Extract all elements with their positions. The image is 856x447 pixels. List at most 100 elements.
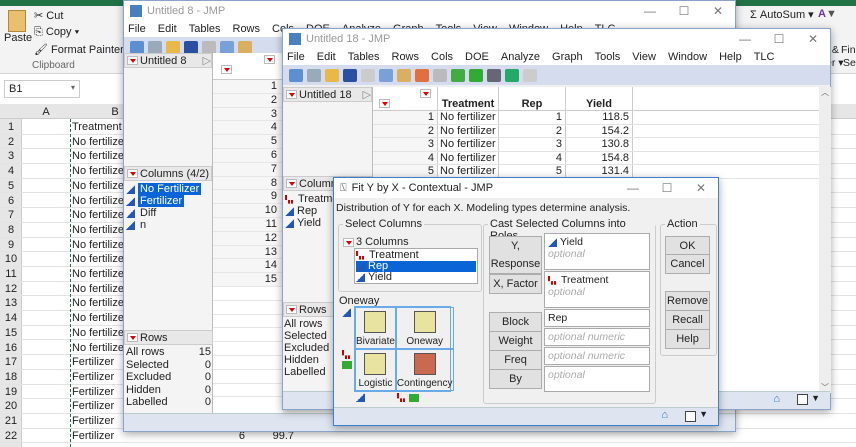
menu-tools[interactable]: Tools bbox=[595, 51, 621, 63]
column-list-item[interactable]: Yield bbox=[356, 272, 476, 283]
menu-view[interactable]: View bbox=[632, 51, 656, 63]
red-triangle-icon[interactable] bbox=[286, 305, 297, 314]
home-icon[interactable]: ⌂ bbox=[661, 409, 668, 421]
new-script-icon[interactable] bbox=[148, 40, 162, 54]
row-number[interactable]: 12 bbox=[0, 283, 22, 295]
menu-tlc[interactable]: TLC bbox=[754, 51, 775, 63]
column-header-rep[interactable]: Rep bbox=[499, 87, 566, 110]
platform-contingency[interactable]: Contingency bbox=[395, 349, 454, 391]
row-number[interactable]: 11 bbox=[213, 217, 283, 232]
row-number[interactable]: 14 bbox=[213, 259, 283, 274]
role-button-by[interactable]: By bbox=[489, 369, 542, 389]
cell-b[interactable]: No fertilize bbox=[72, 253, 124, 265]
close-button[interactable]: ✕ bbox=[701, 4, 735, 18]
row-number[interactable]: 5 bbox=[213, 135, 283, 149]
menu-tables[interactable]: Tables bbox=[189, 23, 221, 35]
paste-icon[interactable] bbox=[238, 40, 252, 54]
columns-panel-header[interactable]: Columns (4/2) bbox=[124, 166, 212, 181]
cell-b[interactable]: No fertilize bbox=[72, 342, 124, 354]
row-number[interactable]: 1 bbox=[0, 121, 22, 133]
cell-b[interactable]: No fertilize bbox=[72, 297, 124, 309]
row-number[interactable]: 12 bbox=[213, 231, 283, 246]
close-button[interactable]: ✕ bbox=[796, 32, 830, 46]
minimize-button[interactable]: — bbox=[616, 181, 650, 195]
paste-icon[interactable] bbox=[397, 68, 411, 82]
red-triangle-icon[interactable] bbox=[127, 169, 138, 178]
menu-edit[interactable]: Edit bbox=[317, 51, 336, 63]
row-number[interactable]: 1 bbox=[213, 80, 283, 94]
role-button-y-response[interactable]: Y, Response bbox=[489, 236, 542, 274]
dropdown-icon[interactable]: ▼ bbox=[811, 393, 820, 403]
open-icon[interactable] bbox=[166, 40, 180, 54]
row-number[interactable]: 20 bbox=[0, 400, 22, 412]
dropdown-icon[interactable]: ▼ bbox=[699, 409, 708, 419]
role-field[interactable]: optional numeric bbox=[544, 347, 650, 365]
row-number[interactable]: 6 bbox=[0, 195, 22, 207]
column-header-yield[interactable]: Yield bbox=[566, 87, 633, 110]
open-icon[interactable] bbox=[325, 68, 339, 82]
rows-panel-header[interactable]: Rows bbox=[124, 330, 213, 345]
table-row[interactable]: 3 No fertilizer 3 130.8 bbox=[373, 138, 819, 152]
grid-icon[interactable] bbox=[451, 68, 465, 82]
menu-file[interactable]: File bbox=[128, 23, 146, 35]
red-triangle-icon[interactable] bbox=[127, 56, 138, 65]
red-triangle-icon[interactable] bbox=[286, 90, 297, 99]
row-number[interactable]: 9 bbox=[213, 190, 283, 205]
columns-count[interactable]: 3 Columns bbox=[343, 236, 409, 248]
column-item[interactable]: Diff bbox=[126, 207, 210, 219]
red-triangle-icon[interactable] bbox=[286, 179, 297, 188]
minimize-button[interactable]: — bbox=[728, 32, 762, 46]
home-icon[interactable]: ⌂ bbox=[773, 393, 780, 405]
data-view-icon[interactable] bbox=[415, 68, 429, 82]
platform-bivariate[interactable]: Bivariate bbox=[355, 307, 396, 349]
row-number[interactable]: 4 bbox=[0, 165, 22, 177]
table-row[interactable]: 4 No fertilizer 4 154.8 bbox=[373, 151, 819, 165]
menu-window[interactable]: Window bbox=[668, 51, 707, 63]
close-button[interactable]: ✕ bbox=[684, 181, 718, 195]
cell-b[interactable]: No fertilize bbox=[72, 150, 124, 162]
menu-rows[interactable]: Rows bbox=[392, 51, 420, 63]
row-number[interactable]: 17 bbox=[0, 356, 22, 368]
cell-b[interactable]: Fertilizer bbox=[72, 415, 114, 427]
menu-graph[interactable]: Graph bbox=[552, 51, 583, 63]
name-box[interactable]: B1 ▾ bbox=[4, 80, 80, 98]
cell-b[interactable]: Fertilizer bbox=[72, 371, 114, 383]
row-number[interactable]: 7 bbox=[0, 209, 22, 221]
row-number[interactable]: 9 bbox=[0, 239, 22, 251]
role-field[interactable]: optional numeric bbox=[544, 328, 650, 346]
row-number[interactable]: 16 bbox=[0, 342, 22, 354]
role-button-weight[interactable]: Weight bbox=[489, 331, 542, 351]
ok-button[interactable]: OK bbox=[665, 236, 710, 256]
row-number[interactable]: 19 bbox=[0, 386, 22, 398]
menu-doe[interactable]: DOE bbox=[465, 51, 489, 63]
cell-b[interactable]: No fertilize bbox=[72, 268, 124, 280]
row-number[interactable]: 4 bbox=[213, 121, 283, 136]
menu-rows[interactable]: Rows bbox=[233, 23, 261, 35]
row-number[interactable]: 8 bbox=[213, 176, 283, 191]
window-list-button[interactable] bbox=[797, 394, 808, 405]
cell-b[interactable]: No fertilize bbox=[72, 283, 124, 295]
menu-help[interactable]: Help bbox=[719, 51, 742, 63]
column-item[interactable]: No Fertilizer bbox=[126, 183, 210, 195]
table-name-header[interactable]: Untitled 18 ▷ bbox=[283, 87, 372, 102]
cut-button[interactable]: ✂ Cut bbox=[34, 9, 63, 22]
remove-button[interactable]: Remove bbox=[665, 291, 710, 311]
role-field[interactable]: Treatment optional bbox=[544, 271, 650, 308]
new-table-icon[interactable] bbox=[289, 68, 303, 82]
row-number[interactable]: 2 bbox=[0, 136, 22, 148]
column-item[interactable]: n bbox=[126, 219, 210, 231]
paste-button[interactable]: Paste bbox=[4, 10, 32, 44]
maximize-button[interactable]: ☐ bbox=[650, 181, 684, 195]
role-button-x-factor[interactable]: X, Factor bbox=[489, 274, 542, 294]
row-number[interactable]: 13 bbox=[213, 245, 283, 260]
row-number[interactable]: 14 bbox=[0, 312, 22, 324]
cell-b[interactable]: No fertilize bbox=[72, 136, 124, 148]
cell-b[interactable]: No fertilize bbox=[72, 327, 124, 339]
row-number[interactable]: 8 bbox=[0, 224, 22, 236]
cell-b[interactable]: Fertilizer bbox=[72, 356, 114, 368]
menu-analyze[interactable]: Analyze bbox=[501, 51, 540, 63]
cell-b[interactable]: No fertilize bbox=[72, 209, 124, 221]
row-number[interactable]: 15 bbox=[0, 327, 22, 339]
cell-b[interactable]: No fertilize bbox=[72, 224, 124, 236]
red-triangle-icon[interactable] bbox=[343, 237, 354, 247]
